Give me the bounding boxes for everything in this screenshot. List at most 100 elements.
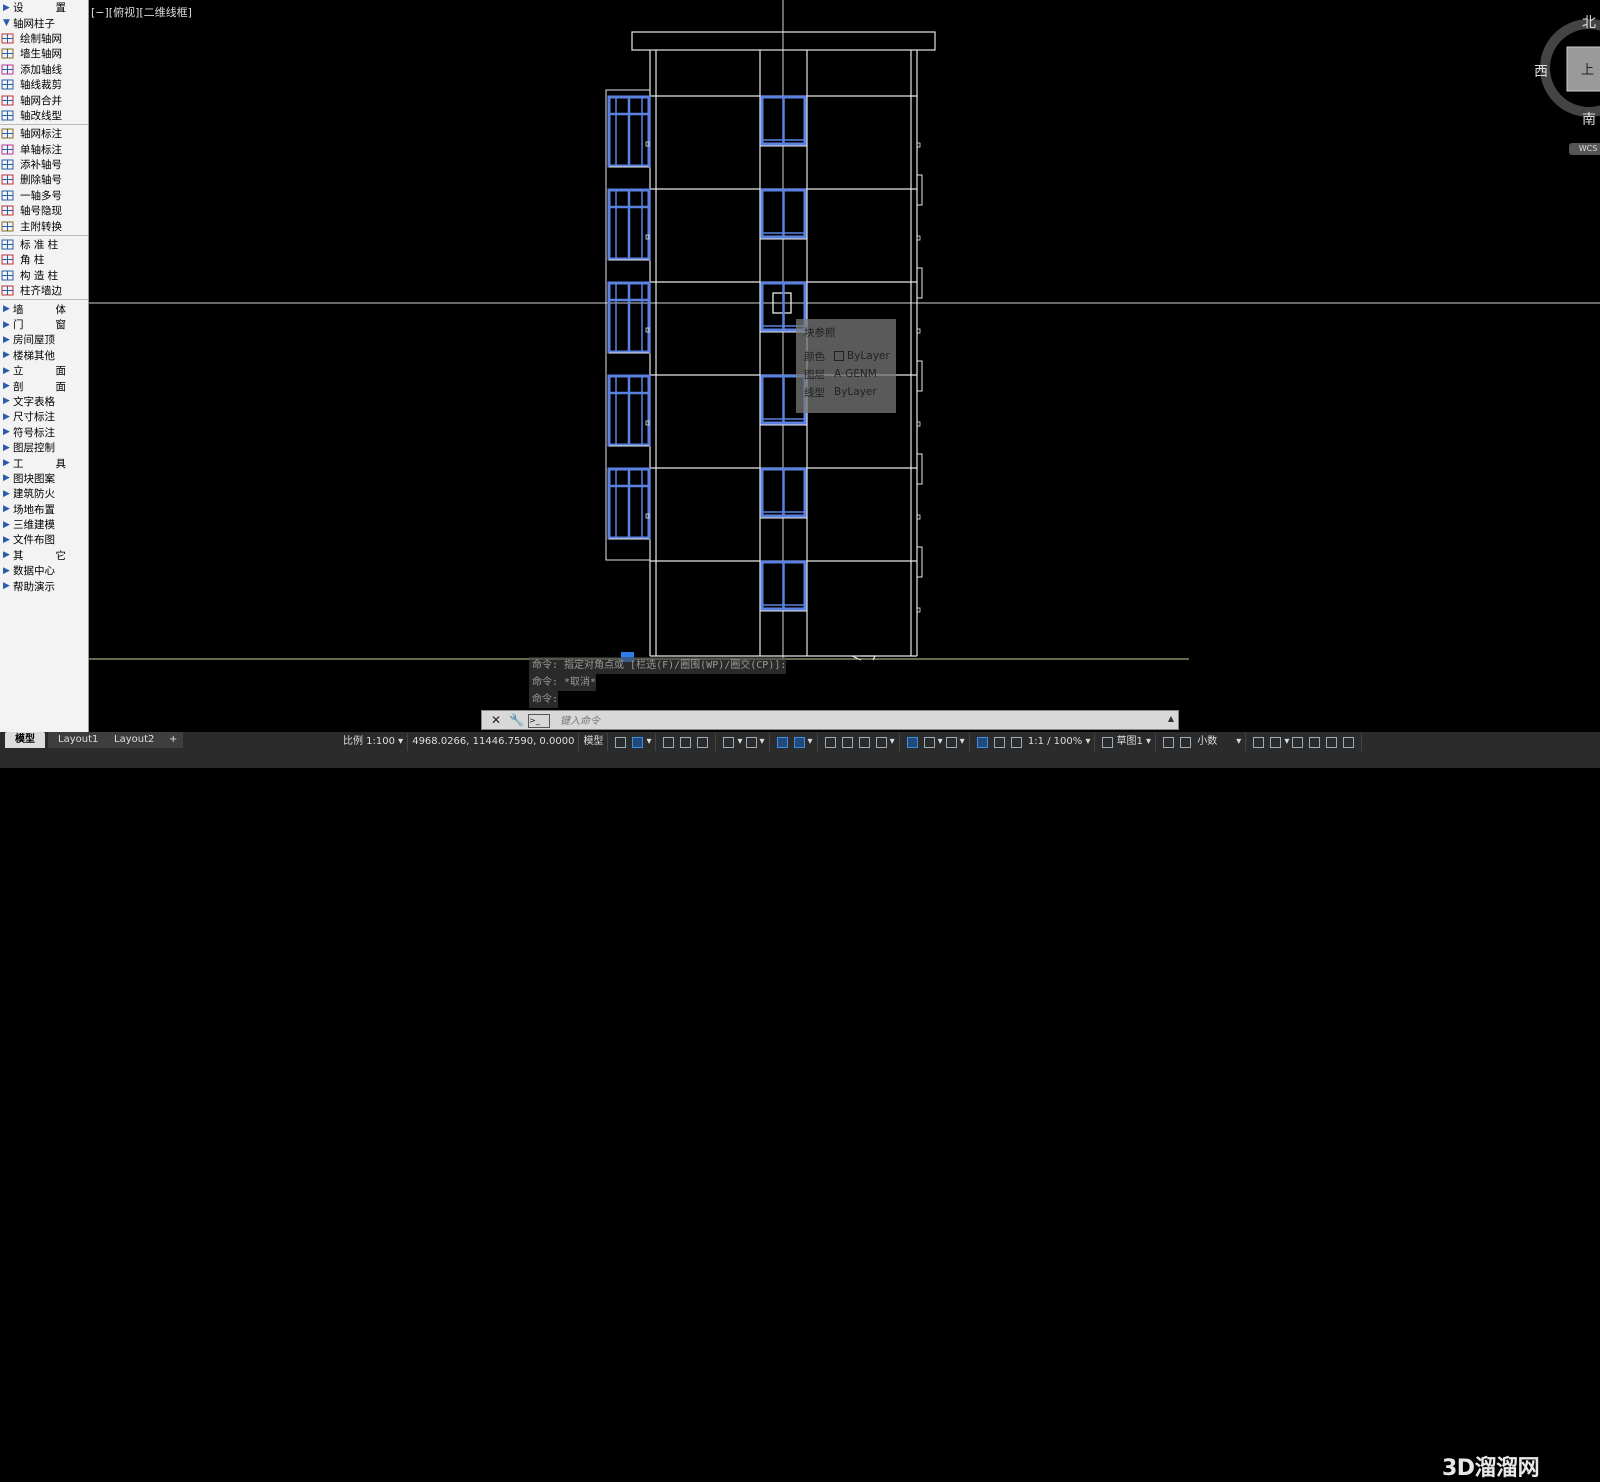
sidebar-item[interactable]: ▶ 剖面 xyxy=(0,378,88,393)
sidebar-item[interactable]: 单轴标注 xyxy=(0,142,88,157)
sidebar-item[interactable]: 一轴多号 xyxy=(0,188,88,203)
command-prompt-icon[interactable]: >_ xyxy=(528,714,550,728)
annotation-toggle[interactable]: ▾ ▾ xyxy=(900,733,970,751)
annotation-scale[interactable]: 1:1 / 100% ▾ xyxy=(970,733,1096,751)
cube-face-top[interactable]: 上 xyxy=(1581,59,1594,78)
view-cube[interactable]: 北 南 西 东 上 WCS xyxy=(1534,12,1600,155)
tab-layout2[interactable]: Layout2 xyxy=(104,732,165,748)
chevron-right-icon: ▶ xyxy=(3,534,10,545)
sidebar-item[interactable]: 构 造 柱 xyxy=(0,268,88,283)
sidebar-item-label: 添补轴号 xyxy=(20,159,62,172)
grid-icon xyxy=(1,33,14,44)
compass-west[interactable]: 西 xyxy=(1534,61,1548,81)
wcs-menu[interactable]: WCS xyxy=(1569,143,1600,155)
drawing-viewport[interactable]: [−][俯视][二维线框] 块参照 颜色 ByLayer 图层 A-GENM 线… xyxy=(89,0,1600,732)
sidebar-item[interactable]: ▶ 门窗 xyxy=(0,317,88,332)
balcony-window xyxy=(607,374,651,447)
close-icon[interactable]: ✕ xyxy=(491,713,501,727)
side-pipe-bracket xyxy=(916,453,923,485)
sidebar-item[interactable]: ▼ 轴网柱子 xyxy=(0,15,88,30)
scale-dropdown[interactable]: 比例 1:100 ▾ xyxy=(339,733,409,751)
sidebar-item[interactable]: ▶ 尺寸标注 xyxy=(0,409,88,424)
sidebar-item[interactable]: 轴线裁剪 xyxy=(0,77,88,92)
lineweight-toggle[interactable]: ▾ xyxy=(818,733,900,751)
scale-value: 比例 1:100 xyxy=(343,736,395,747)
workspace-value: 草图1 xyxy=(1116,736,1143,747)
compass-south[interactable]: 南 xyxy=(1582,109,1596,129)
sidebar-item[interactable]: 主附转换 xyxy=(0,218,88,233)
object-tooltip: 块参照 颜色 ByLayer 图层 A-GENM 线型 ByLayer xyxy=(796,319,896,413)
sidebar-item[interactable]: ▶ 数据中心 xyxy=(0,563,88,578)
history-up-icon[interactable]: ▲ xyxy=(1168,714,1174,723)
wrench-icon[interactable]: 🔧 xyxy=(509,713,524,727)
units-value: 小数 xyxy=(1197,736,1218,747)
sidebar-item[interactable]: ▶ 其它 xyxy=(0,548,88,563)
tooltip-value: A-GENM xyxy=(834,368,877,380)
sidebar-item-label: 一轴多号 xyxy=(20,189,62,202)
chevron-right-icon: ▶ xyxy=(3,411,10,422)
command-input[interactable] xyxy=(558,713,1122,729)
add-layout-button[interactable]: + xyxy=(163,732,184,748)
anno-scale-icon xyxy=(945,736,957,748)
sidebar-item[interactable]: 轴网合并 xyxy=(0,92,88,107)
align-column-icon xyxy=(1,285,14,296)
sidebar-item[interactable]: ▶ 符号标注 xyxy=(0,425,88,440)
model-space-button[interactable]: 模型 xyxy=(579,733,609,751)
sidebar-item-label: 建筑防火 xyxy=(13,488,55,501)
dynamic-input-toggle[interactable]: ▾ xyxy=(770,733,818,751)
sidebar-item[interactable]: ▶ 三维建模 xyxy=(0,517,88,532)
workspace-switch[interactable]: 草图1 ▾ xyxy=(1095,733,1157,751)
sidebar-item[interactable]: ▶ 楼梯其他 xyxy=(0,348,88,363)
sidebar-item[interactable]: 轴网标注 xyxy=(0,126,88,141)
sidebar-item[interactable]: 绘制轴网 xyxy=(0,31,88,46)
isodraft-icon xyxy=(697,736,709,748)
tab-layout1[interactable]: Layout1 xyxy=(48,732,109,748)
sidebar-item-label: 符号标注 xyxy=(13,426,55,439)
tooltip-key: 图层 xyxy=(804,368,825,381)
tab-model[interactable]: 模型 xyxy=(5,732,45,748)
sidebar-item[interactable]: ▶ 建筑防火 xyxy=(0,486,88,501)
sidebar-item[interactable]: ▶ 文件布图 xyxy=(0,532,88,547)
sidebar-item[interactable]: ▶ 帮助演示 xyxy=(0,578,88,593)
lineweight-icon xyxy=(824,736,836,748)
sidebar-item[interactable]: 柱齐墙边 xyxy=(0,283,88,298)
sidebar-item[interactable]: ▶ 文字表格 xyxy=(0,394,88,409)
sidebar-item[interactable]: ▶ 设置 xyxy=(0,0,88,15)
sidebar-item[interactable]: 轴改线型 xyxy=(0,108,88,123)
sidebar-separator xyxy=(0,124,88,126)
toggle-number-icon xyxy=(1,205,14,216)
sidebar-item[interactable]: ▶ 立面 xyxy=(0,363,88,378)
chevron-right-icon: ▶ xyxy=(3,319,10,330)
sidebar-item[interactable]: ▶ 墙体 xyxy=(0,301,88,316)
sidebar-item[interactable]: ▶ 工具 xyxy=(0,455,88,470)
command-line: 命令: 指定对角点或 [栏选(F)/圈围(WP)/圈交(CP)]: xyxy=(529,657,787,674)
delete-number-icon xyxy=(1,174,14,185)
grid-toggle[interactable]: ▾ xyxy=(608,733,657,751)
quick-properties-toggle[interactable]: ▾ xyxy=(1246,733,1363,751)
sidebar-item[interactable]: 标 准 柱 xyxy=(0,237,88,252)
chevron-right-icon: ▶ xyxy=(3,365,10,376)
units-dropdown[interactable]: 小数 ▾ xyxy=(1156,733,1247,751)
anno-scale-2-icon xyxy=(1010,736,1022,748)
sidebar-item[interactable]: ▶ 房间屋顶 xyxy=(0,332,88,347)
sidebar-item[interactable]: 添补轴号 xyxy=(0,157,88,172)
polar-icon xyxy=(680,736,692,748)
annoscale-value: 1:1 / 100% xyxy=(1027,736,1083,747)
sidebar-item[interactable]: ▶ 场地布置 xyxy=(0,502,88,517)
sidebar-item[interactable]: 轴号隐现 xyxy=(0,203,88,218)
chevron-right-icon: ▶ xyxy=(3,458,10,469)
ortho-toggle[interactable] xyxy=(656,733,717,751)
compass-north[interactable]: 北 xyxy=(1582,12,1596,32)
sidebar-item[interactable]: ▶ 图块图案 xyxy=(0,471,88,486)
sidebar-item[interactable]: 删除轴号 xyxy=(0,172,88,187)
gear-icon xyxy=(1102,736,1114,748)
sidebar-item-label: 墙生轴网 xyxy=(20,48,62,61)
sidebar-item[interactable]: 墙生轴网 xyxy=(0,46,88,61)
sidebar-item[interactable]: 角 柱 xyxy=(0,252,88,267)
sidebar-item[interactable]: 添加轴线 xyxy=(0,62,88,77)
sidebar-item[interactable]: ▶ 图层控制 xyxy=(0,440,88,455)
convert-icon xyxy=(1,221,14,232)
annotation-icon xyxy=(976,736,988,748)
osnap-toggle[interactable]: ▾ ▾ xyxy=(716,733,770,751)
command-line: 命令: xyxy=(529,691,559,708)
